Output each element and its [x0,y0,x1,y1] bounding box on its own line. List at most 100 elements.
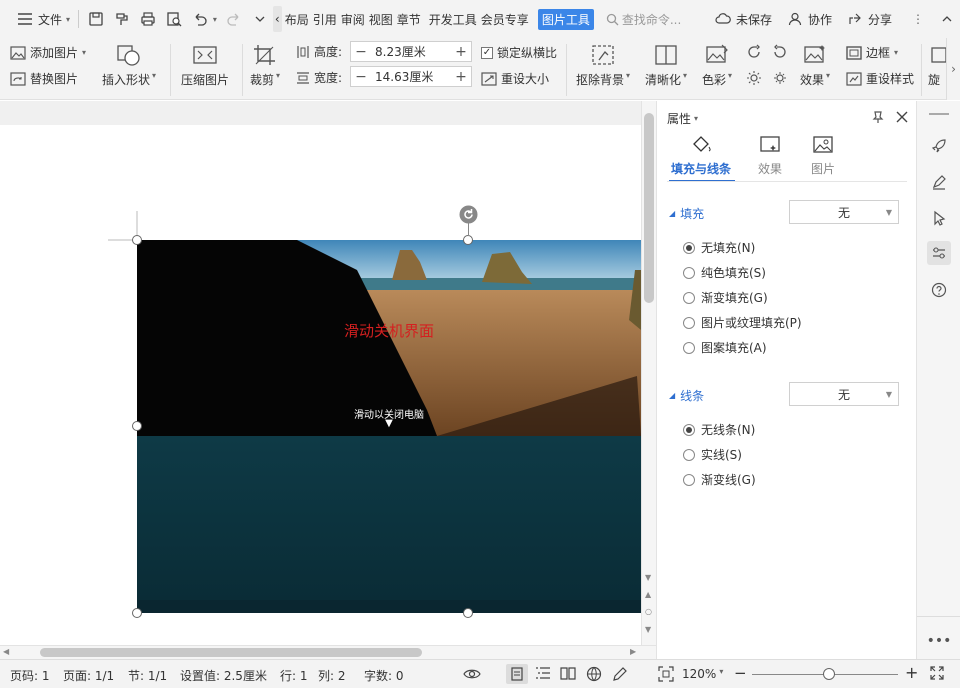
rotate-handle-icon[interactable] [459,205,478,224]
width-value[interactable]: 14.63厘米 [371,68,451,85]
insert-shape-button[interactable]: 插入形状 ▾ [102,44,156,88]
write-mode-button[interactable] [612,666,628,682]
share-button[interactable]: 分享 [842,6,896,32]
rocket-tool-button[interactable] [927,134,951,158]
vertical-scrollbar[interactable]: ▼ ▲ ○ ▼ [641,101,656,645]
fill-option-picture-texture[interactable]: 图片或纹理填充(P) [683,314,802,331]
file-menu[interactable]: 文件 ▾ [12,6,74,32]
brightness-down-icon[interactable] [772,70,788,86]
rail-more-button[interactable]: ••• [927,629,952,653]
properties-tool-button[interactable] [927,241,951,265]
tab-review[interactable]: 审阅 [340,11,366,28]
tab-chapter[interactable]: 章节 [396,11,422,28]
rotate-left-icon[interactable] [746,44,762,60]
tab-member[interactable]: 会员专享 [480,11,530,28]
reading-mode-button[interactable] [560,666,576,680]
redo-button[interactable] [221,6,247,32]
tab-fill-and-line[interactable]: 填充与线条 [671,135,731,177]
resize-handle-top-center[interactable] [463,235,473,245]
save-button[interactable] [83,6,109,32]
horizontal-scroll-thumb[interactable] [40,648,422,657]
pen-tool-button[interactable] [927,170,951,194]
status-page[interactable]: 页码: 1 [10,667,50,684]
border-button[interactable]: 边框 ▾ [846,44,898,61]
tab-view[interactable]: 视图 [368,11,394,28]
fill-select[interactable]: 无 ▼ [789,200,899,224]
reset-style-button[interactable]: 重设样式 [846,70,914,87]
width-increase-button[interactable]: + [451,69,471,85]
fill-option-pattern[interactable]: 图案填充(A) [683,339,767,356]
print-preview-button[interactable] [161,6,187,32]
width-decrease-button[interactable]: − [351,69,371,85]
fill-option-none[interactable]: 无填充(N) [683,239,755,256]
more-options-button[interactable]: ⋮ [908,6,928,32]
line-section-header[interactable]: ◢ 线条 [669,387,704,404]
fullscreen-button[interactable] [930,666,944,680]
fill-section-header[interactable]: ◢ 填充 [669,205,704,222]
rotate-right-icon[interactable] [772,44,788,60]
height-increase-button[interactable]: + [451,44,471,60]
add-picture-button[interactable]: 添加图片 ▾ [10,44,86,61]
next-page-icon[interactable]: ▼ [645,625,651,634]
panel-title[interactable]: 属性 ▾ [667,110,698,127]
resize-handle-bottom-left[interactable] [132,608,142,618]
collaborate-button[interactable]: 协作 [782,6,836,32]
effects-button[interactable]: 效果 ▾ [800,44,830,88]
web-layout-button[interactable] [586,666,602,682]
horizontal-scrollbar[interactable]: ◀ ▶ [0,645,656,659]
outline-view-button[interactable] [535,666,551,680]
scroll-down-icon[interactable]: ▼ [645,573,651,582]
reset-size-button[interactable]: 重设大小 [481,70,549,87]
print-button[interactable] [135,6,161,32]
sharpen-button[interactable]: 清晰化 ▾ [645,44,687,88]
replace-picture-button[interactable]: 替换图片 [10,70,78,87]
tab-layout[interactable]: 布局 [284,11,310,28]
undo-button[interactable]: ▾ [187,6,221,32]
search-box[interactable]: 查找命令... [606,11,684,28]
height-value[interactable]: 8.23厘米 [371,43,451,60]
selected-picture[interactable]: 滑动关机界面 滑动以关闭电脑 ▼ [137,240,641,613]
resize-handle-middle-left[interactable] [132,421,142,431]
pin-panel-button[interactable] [871,110,885,124]
zoom-slider-thumb[interactable] [823,668,835,680]
quick-access-more-button[interactable] [247,6,273,32]
tab-picture[interactable]: 图片 [811,135,835,177]
select-browse-icon[interactable]: ○ [645,607,652,616]
eye-protection-button[interactable] [463,666,481,682]
line-option-gradient[interactable]: 渐变线(G) [683,471,756,488]
lock-aspect-checkbox[interactable]: ✓ 锁定纵横比 [481,44,557,61]
line-option-none[interactable]: 无线条(N) [683,421,755,438]
fill-option-gradient[interactable]: 渐变填充(G) [683,289,768,306]
format-painter-button[interactable] [109,6,135,32]
color-button[interactable]: 色彩 ▾ [702,44,732,88]
line-option-solid[interactable]: 实线(S) [683,446,742,463]
zoom-level-dropdown[interactable]: 120% ▾ [682,667,723,681]
remove-background-button[interactable]: 抠除背景 ▾ [576,44,630,88]
brightness-up-icon[interactable] [746,70,762,86]
page-view-button[interactable] [506,664,528,684]
previous-page-icon[interactable]: ▲ [645,590,651,599]
status-word-count[interactable]: 字数: 0 [364,667,404,684]
zoom-in-button[interactable]: + [905,663,918,682]
fit-page-button[interactable] [658,666,674,682]
resize-handle-bottom-center[interactable] [463,608,473,618]
width-spinner[interactable]: − 14.63厘米 + [350,66,472,87]
resize-handle-top-left[interactable] [132,235,142,245]
vertical-scroll-thumb[interactable] [644,113,654,303]
tab-effects[interactable]: 效果 [758,135,782,177]
height-spinner[interactable]: − 8.23厘米 + [350,41,472,62]
line-select[interactable]: 无 ▼ [789,382,899,406]
tabs-scroll-left-button[interactable]: ‹ [272,6,282,32]
help-button[interactable] [927,278,951,302]
zoom-out-button[interactable]: − [734,664,747,682]
close-panel-button[interactable] [895,110,909,124]
collapse-ribbon-button[interactable] [934,6,960,32]
fill-option-solid[interactable]: 纯色填充(S) [683,264,766,281]
height-decrease-button[interactable]: − [351,44,371,60]
scroll-left-icon[interactable]: ◀ [3,647,9,656]
unsaved-cloud-button[interactable]: 未保存 [710,6,776,32]
select-tool-button[interactable] [927,206,951,230]
scroll-right-icon[interactable]: ▶ [630,647,636,656]
compress-picture-button[interactable]: 压缩图片 [181,44,229,88]
tab-picture-tools[interactable]: 图片工具 [537,8,594,30]
